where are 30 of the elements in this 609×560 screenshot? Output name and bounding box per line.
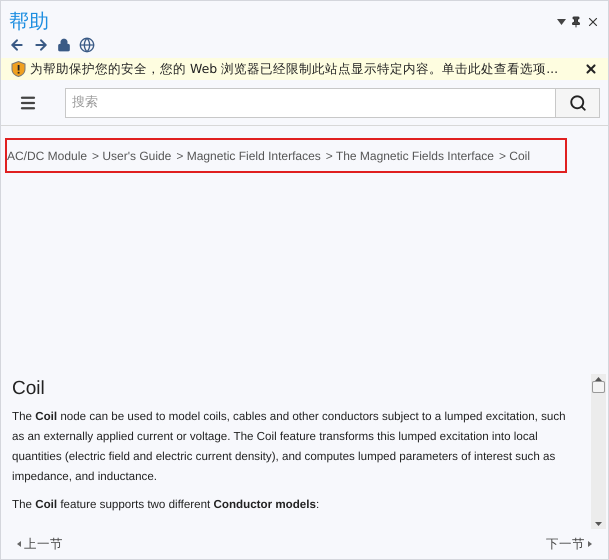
breadcrumb-link[interactable]: > Magnetic Field Interfaces (176, 146, 321, 164)
scrollbar[interactable] (591, 374, 606, 529)
lock-icon[interactable] (57, 38, 71, 52)
security-bar[interactable]: 为帮助保护您的安全，您的 Web 浏览器已经限制此站点显示特定内容。单击此处查看选项... (1, 58, 608, 80)
previous-section-link[interactable]: 上一节 (17, 534, 63, 554)
search-field[interactable]: 搜索 (64, 88, 556, 118)
article-paragraph: The Coil node can be used to model coils, cables and other conductors subject to a lumped excitation, such as an externally applied current or voltage. The Coil feature transforms this lumped excitation into local quantities (electric field and electric current density), and computes lumped parameters of interest such as impedance, and inductance. (12, 409, 567, 485)
scroll-thumb[interactable] (592, 380, 605, 392)
breadcrumb-link[interactable]: > Coil (498, 146, 530, 164)
breadcrumb-link[interactable]: > User's Guide (92, 146, 172, 164)
search-button[interactable] (556, 88, 600, 118)
article-heading: Coil (12, 377, 46, 401)
close-icon[interactable] (584, 62, 598, 76)
security-message: 为帮助保护您的安全，您的 Web 浏览器已经限制此站点显示特定内容。单击此处查看选项... (30, 60, 560, 78)
close-icon[interactable] (586, 15, 600, 29)
pin-icon[interactable] (570, 16, 582, 28)
dropdown-triangle-icon[interactable] (557, 19, 566, 25)
forward-arrow-icon[interactable] (33, 37, 49, 53)
shield-warning-icon (11, 61, 26, 77)
left-triangle-icon (17, 541, 21, 547)
breadcrumb-link[interactable]: AC/DC Module (7, 146, 88, 164)
article-paragraph: The Coil feature supports two different Conductor models: (12, 497, 320, 513)
menu-icon[interactable] (19, 94, 37, 112)
next-section-link[interactable]: 下一节 (546, 534, 592, 554)
window-title: 帮助 (9, 8, 50, 35)
scroll-down-icon[interactable] (595, 522, 602, 526)
breadcrumb-link[interactable]: > The Magnetic Fields Interface (326, 146, 494, 164)
globe-icon[interactable] (79, 37, 95, 53)
right-triangle-icon (588, 541, 592, 547)
search-icon (568, 94, 587, 112)
